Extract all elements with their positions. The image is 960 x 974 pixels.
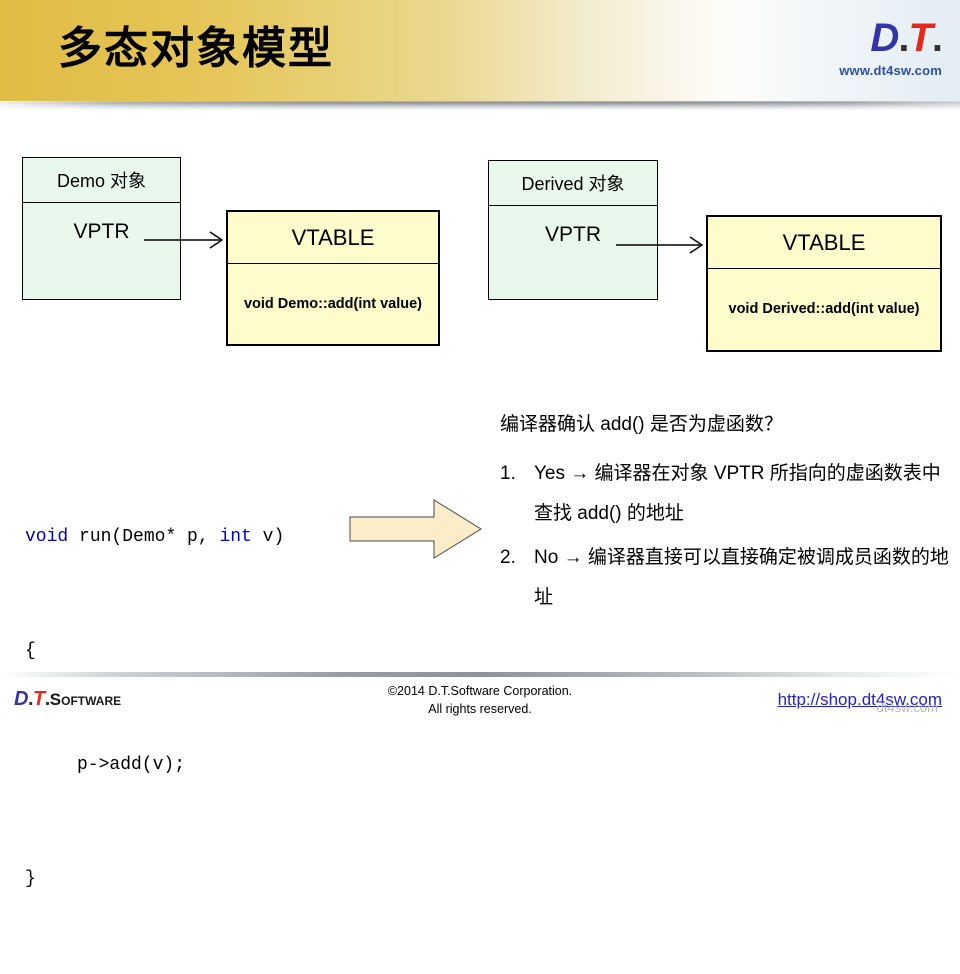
demo-object-title: Demo 对象 xyxy=(23,158,180,203)
demo-vtable-title: VTABLE xyxy=(228,212,438,264)
notes-item-text: Yes → 编译器在对象 VPTR 所指向的虚函数表中查找 add() 的地址 xyxy=(534,463,941,524)
code-keyword-void: void xyxy=(25,527,69,547)
code-line-call: p->add(v); xyxy=(77,755,186,775)
brand-logo-t: T xyxy=(908,16,932,60)
footer-divider xyxy=(0,672,960,677)
code-line-open-brace: { xyxy=(25,641,36,661)
code-line-signature: void run(Demo* p, int v) xyxy=(25,518,284,556)
demo-vtable-entry: void Demo::add(int value) xyxy=(243,295,423,312)
notes-panel: 编译器确认 add() 是否为虚函数？ 1. Yes → 编译器在对象 VPTR… xyxy=(500,410,950,622)
notes-item-text: No → 编译器直接可以直接确定被调成员函数的地址 xyxy=(534,547,949,608)
code-signature-middle: run(Demo* p, xyxy=(68,527,220,547)
derived-vptr-arrow xyxy=(616,236,704,254)
derived-object-title: Derived 对象 xyxy=(489,161,657,206)
brand-logo-dot1: . xyxy=(898,16,909,60)
notes-item-number: 1. xyxy=(500,463,516,484)
derived-vtable-title: VTABLE xyxy=(708,217,940,269)
demo-vptr-arrow xyxy=(144,231,224,249)
footer-watermark: dt4sw.com xyxy=(876,700,938,715)
notes-heading: 编译器确认 add() 是否为虚函数？ xyxy=(500,414,783,435)
brand-logo-dot2: . xyxy=(931,16,943,60)
brand-logo-d: D xyxy=(870,16,899,60)
flow-block-arrow-icon xyxy=(349,499,482,559)
demo-vtable-box: VTABLE void Demo::add(int value) xyxy=(226,210,440,346)
code-keyword-int: int xyxy=(219,527,252,547)
notes-item-number: 2. xyxy=(500,547,516,568)
brand-logo: D.T. www.dt4sw.com xyxy=(839,16,943,78)
derived-vtable-box: VTABLE void Derived::add(int value) xyxy=(706,215,942,352)
brand-logo-mark: D.T. xyxy=(839,16,943,60)
page-title: 多态对象模型 xyxy=(58,24,334,73)
brand-website-url: www.dt4sw.com xyxy=(839,63,942,78)
slide: 多态对象模型 D.T. www.dt4sw.com Demo 对象 VPTR V… xyxy=(0,0,960,889)
notes-list-item: 1. Yes → 编译器在对象 VPTR 所指向的虚函数表中查找 add() 的… xyxy=(500,454,950,534)
code-signature-tail: v) xyxy=(251,527,285,547)
code-line-close-brace: } xyxy=(25,869,36,889)
header-divider xyxy=(0,101,960,110)
derived-object-box: Derived 对象 VPTR xyxy=(488,160,658,300)
derived-vtable-entry: void Derived::add(int value) xyxy=(728,300,920,317)
notes-list-item: 2. No → 编译器直接可以直接确定被调成员函数的地址 xyxy=(500,538,950,618)
